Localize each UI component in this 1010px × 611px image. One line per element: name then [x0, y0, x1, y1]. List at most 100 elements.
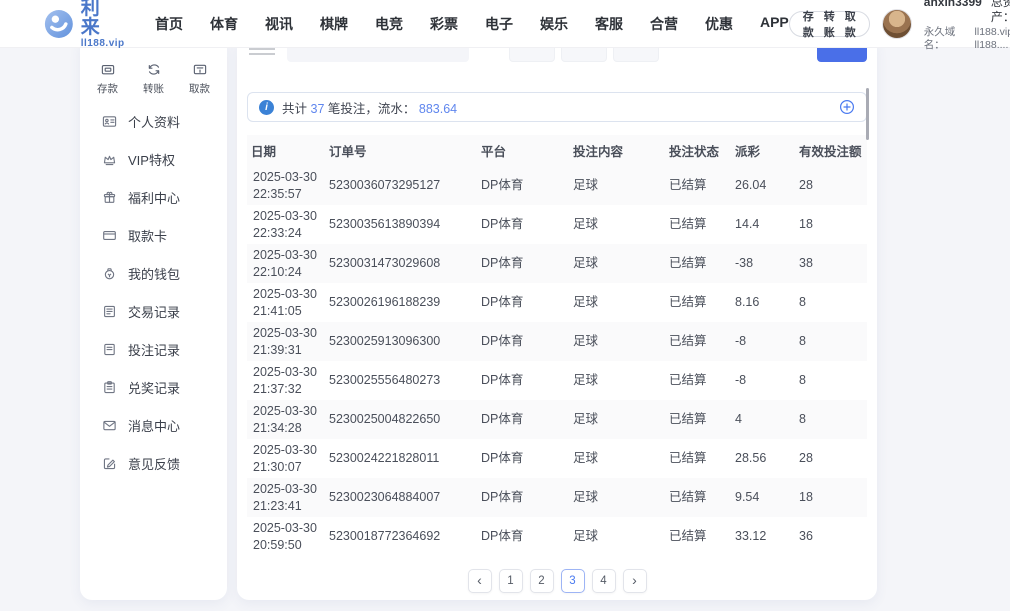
sidebar-menu: 个人资料 VIP特权 福利中心 取款卡	[80, 102, 227, 482]
cell-valid: 8	[795, 400, 867, 439]
cell-content: 足球	[569, 166, 665, 205]
table-row: 2025-03-3022:33:24 5230035613890394 DP体育…	[247, 205, 867, 244]
user-meta: anxin3399 总资产： 1363.49元 永久域名： ll188.vip …	[924, 0, 1010, 52]
wallet-action[interactable]: 转账	[824, 8, 835, 40]
domain-value: ll188.vip | ll188....	[975, 26, 1010, 52]
main-nav: 首页 体育 视讯 棋牌 电竞 彩票 电子 娱乐 客服 合营 优惠 APP	[155, 14, 789, 34]
cell-payout: -8	[731, 322, 795, 361]
plus-circle-icon[interactable]	[839, 99, 855, 115]
cell-content: 足球	[569, 244, 665, 283]
envelope-icon	[102, 418, 117, 433]
summary-text: 共计 37 笔投注，流水： 883.64	[282, 98, 457, 117]
cell-content: 足球	[569, 400, 665, 439]
wallet-icon	[102, 266, 117, 281]
page-buttons: 1234	[499, 569, 616, 593]
filter-label-cutoff	[249, 48, 275, 57]
page-button[interactable]: 2	[530, 569, 554, 593]
cell-platform: DP体育	[477, 478, 569, 517]
cell-payout: 14.4	[731, 205, 795, 244]
username[interactable]: anxin3399	[924, 0, 982, 10]
cell-valid: 8	[795, 283, 867, 322]
bet-table: 日期订单号平台投注内容投注状态派彩有效投注额 2025-03-3022:35:5…	[247, 135, 867, 556]
deposit-icon	[99, 62, 117, 77]
sidebar-item-wallet[interactable]: 我的钱包	[88, 254, 219, 292]
cell-content: 足球	[569, 205, 665, 244]
cell-platform: DP体育	[477, 361, 569, 400]
nav-item[interactable]: 电竞	[375, 14, 403, 34]
cell-content: 足球	[569, 517, 665, 556]
app-root: 利 来 ll188.vip 首页体育视讯棋牌电竞彩票电子娱乐客服合营优惠APP …	[0, 0, 1010, 611]
nav-item[interactable]: 首页	[155, 14, 183, 34]
nav-item[interactable]: 娱乐	[540, 14, 568, 34]
sidebar-item-welfare[interactable]: 福利中心	[88, 178, 219, 216]
sidebar-transfer-button[interactable]: 转账	[143, 62, 164, 96]
table-header-cell: 日期	[247, 135, 325, 166]
sidebar-item-vip[interactable]: VIP特权	[88, 140, 219, 178]
sidebar-deposit-button[interactable]: 存款	[97, 62, 118, 96]
cell-order: 5230035613890394	[325, 205, 477, 244]
info-icon: i	[259, 100, 274, 115]
wallet-action[interactable]: 取款	[845, 8, 856, 40]
sidebar: 存款 转账 取款 个人资料	[80, 36, 227, 600]
cell-payout: 28.56	[731, 439, 795, 478]
bet-records-panel: i 共计 37 笔投注，流水： 883.64 日期订单号平台投注内容投注状态派彩…	[237, 36, 877, 600]
cell-content: 足球	[569, 322, 665, 361]
bank-card-icon	[102, 228, 117, 243]
table-row: 2025-03-3021:37:32 5230025556480273 DP体育…	[247, 361, 867, 400]
table-row: 2025-03-3021:41:05 5230026196188239 DP体育…	[247, 283, 867, 322]
nav-item[interactable]: 电子	[485, 14, 513, 34]
logo[interactable]: 利 来 ll188.vip	[44, 0, 129, 49]
sidebar-item-messages[interactable]: 消息中心	[88, 406, 219, 444]
bet-table-body: 2025-03-3022:35:57 5230036073295127 DP体育…	[247, 166, 867, 556]
withdraw-icon	[191, 62, 209, 77]
table-row: 2025-03-3021:30:07 5230024221828011 DP体育…	[247, 439, 867, 478]
sidebar-withdraw-button[interactable]: 取款	[189, 62, 210, 96]
cell-date: 2025-03-3021:23:41	[247, 478, 325, 517]
cell-status: 已结算	[665, 439, 731, 478]
table-row: 2025-03-3022:35:57 5230036073295127 DP体育…	[247, 166, 867, 205]
avatar[interactable]	[882, 9, 912, 39]
transfer-icon	[145, 62, 163, 77]
gift-icon	[102, 190, 117, 205]
cell-date: 2025-03-3021:34:28	[247, 400, 325, 439]
sidebar-item-feedback[interactable]: 意见反馈	[88, 444, 219, 482]
cell-valid: 28	[795, 439, 867, 478]
cell-status: 已结算	[665, 244, 731, 283]
nav-item[interactable]: 棋牌	[320, 14, 348, 34]
sidebar-item-profile[interactable]: 个人资料	[88, 102, 219, 140]
sidebar-item-bet-records[interactable]: 投注记录	[88, 330, 219, 368]
cell-order: 5230025556480273	[325, 361, 477, 400]
prev-page-button[interactable]: ‹	[468, 569, 492, 593]
nav-item[interactable]: 合营	[650, 14, 678, 34]
cell-content: 足球	[569, 283, 665, 322]
nav-item[interactable]: 客服	[595, 14, 623, 34]
cell-status: 已结算	[665, 400, 731, 439]
next-page-button[interactable]: ›	[623, 569, 647, 593]
cell-content: 足球	[569, 478, 665, 517]
sidebar-item-withdraw-card[interactable]: 取款卡	[88, 216, 219, 254]
wallet-action[interactable]: 存款	[803, 8, 814, 40]
nav-item[interactable]: APP	[760, 14, 789, 34]
cell-date: 2025-03-3021:37:32	[247, 361, 325, 400]
cell-date: 2025-03-3021:39:31	[247, 322, 325, 361]
scrollbar-thumb[interactable]	[866, 88, 869, 140]
nav-item[interactable]: 彩票	[430, 14, 458, 34]
sidebar-item-redeem-records[interactable]: 兑奖记录	[88, 368, 219, 406]
cell-valid: 28	[795, 166, 867, 205]
domain-label: 永久域名：	[924, 26, 972, 52]
table-row: 2025-03-3021:39:31 5230025913096300 DP体育…	[247, 322, 867, 361]
table-header-cell: 有效投注额	[795, 135, 867, 166]
cell-valid: 8	[795, 322, 867, 361]
cell-order: 5230023064884007	[325, 478, 477, 517]
sidebar-item-transactions[interactable]: 交易记录	[88, 292, 219, 330]
nav-item[interactable]: 视讯	[265, 14, 293, 34]
cell-payout: -8	[731, 361, 795, 400]
crown-icon	[102, 152, 117, 167]
page-button[interactable]: 3	[561, 569, 585, 593]
nav-item[interactable]: 体育	[210, 14, 238, 34]
cell-date: 2025-03-3021:41:05	[247, 283, 325, 322]
nav-item[interactable]: 优惠	[705, 14, 733, 34]
page-button[interactable]: 1	[499, 569, 523, 593]
page-button[interactable]: 4	[592, 569, 616, 593]
cell-date: 2025-03-3022:35:57	[247, 166, 325, 205]
